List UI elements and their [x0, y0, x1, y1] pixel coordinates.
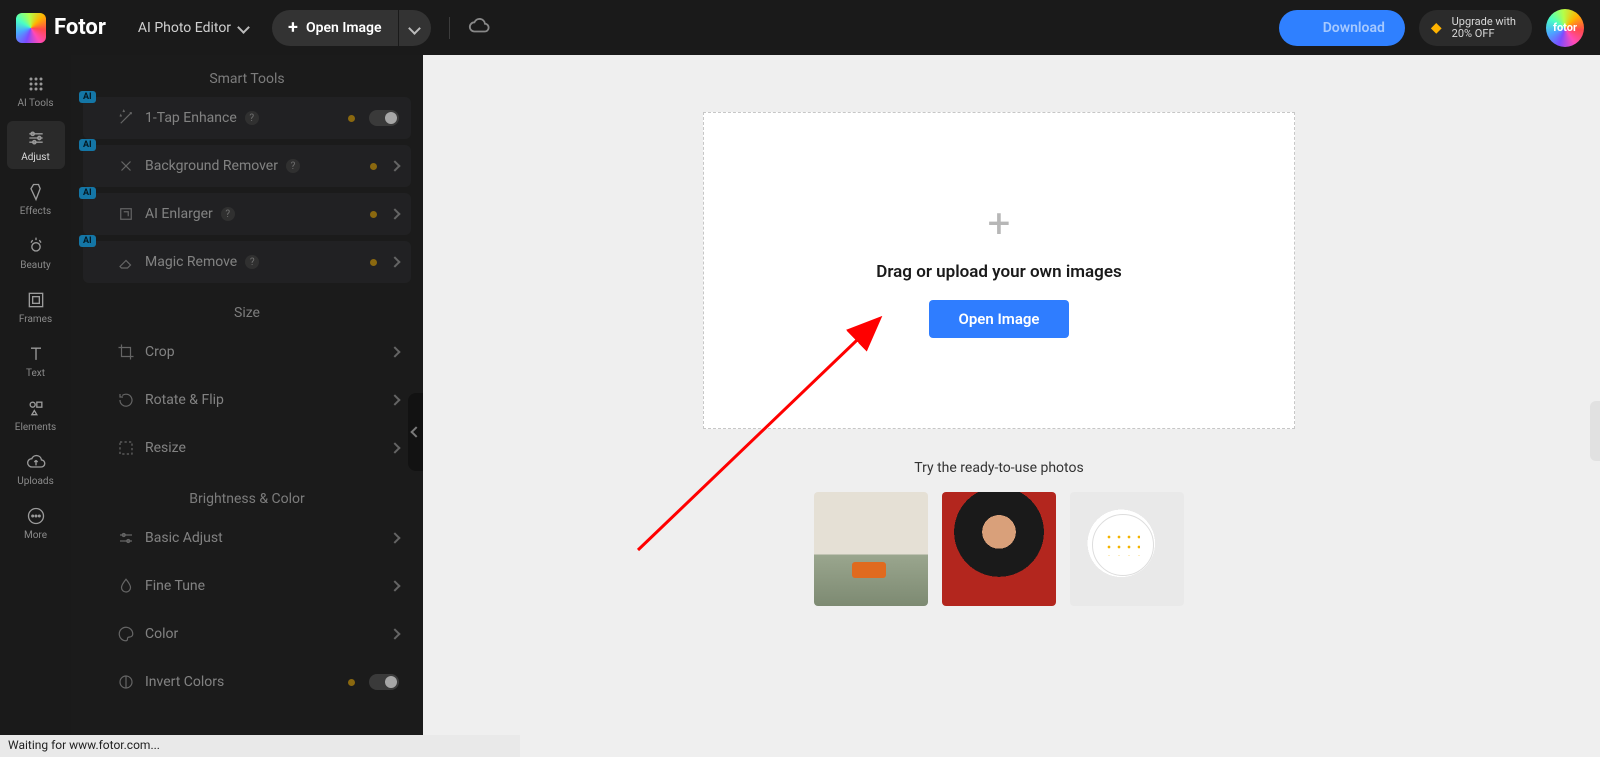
app-header: Fotor AI Photo Editor + Open Image Downl… [0, 0, 1600, 55]
download-label: Download [1323, 20, 1385, 36]
chevron-right-icon [389, 394, 400, 405]
drop-zone[interactable]: + Drag or upload your own images Open Im… [703, 112, 1295, 429]
invert-icon [117, 673, 135, 691]
tool-label: Magic Remove [145, 254, 237, 270]
plus-icon: + [988, 204, 1011, 244]
chevron-right-icon [389, 580, 400, 591]
logo-text: Fotor [54, 15, 106, 40]
rail-effects[interactable]: Effects [7, 175, 65, 223]
sample-photos: Try the ready-to-use photos [703, 460, 1295, 606]
ai-badge: AI [79, 139, 96, 151]
open-image-dropdown[interactable] [399, 10, 431, 46]
tool-color[interactable]: Color [83, 613, 411, 655]
tool-basic-adjust[interactable]: Basic Adjust [83, 517, 411, 559]
adjust-panel: Smart Tools AI 1-Tap Enhance ? AI Backgr… [71, 55, 423, 757]
premium-dot-icon [370, 163, 377, 170]
download-button[interactable]: Download [1279, 10, 1405, 46]
section-smart-tools: Smart Tools [71, 55, 423, 97]
sample-thumb-2[interactable] [942, 492, 1056, 606]
section-brightness-color: Brightness & Color [71, 475, 423, 517]
sample-title: Try the ready-to-use photos [703, 460, 1295, 476]
tool-rail: AI Tools Adjust Effects Beauty Frames Te… [0, 55, 71, 757]
tool-resize[interactable]: Resize [83, 427, 411, 469]
help-icon[interactable]: ? [245, 255, 259, 269]
crop-icon [117, 343, 135, 361]
tool-magic-remove[interactable]: AI Magic Remove ? [83, 241, 411, 283]
tool-label: 1-Tap Enhance [145, 110, 237, 126]
logo[interactable]: Fotor [16, 13, 106, 43]
drop-icon [117, 577, 135, 595]
premium-dot-icon [370, 259, 377, 266]
help-icon[interactable]: ? [221, 207, 235, 221]
diamond-icon: ◆ [1431, 20, 1442, 36]
right-panel-expand[interactable] [1590, 401, 1600, 461]
chevron-right-icon [389, 442, 400, 453]
expand-icon [117, 205, 135, 223]
premium-dot-icon [370, 211, 377, 218]
chevron-right-icon [389, 532, 400, 543]
upgrade-text: Upgrade with 20% OFF [1452, 16, 1516, 39]
drop-message: Drag or upload your own images [876, 262, 1121, 282]
enhance-toggle[interactable] [369, 110, 399, 126]
mode-label: AI Photo Editor [138, 20, 231, 36]
tool-label: AI Enlarger [145, 206, 213, 222]
premium-dot-icon [348, 115, 355, 122]
tool-crop[interactable]: Crop [83, 331, 411, 373]
chevron-right-icon [389, 346, 400, 357]
open-image-canvas-button[interactable]: Open Image [929, 300, 1070, 338]
tool-1tap-enhance[interactable]: AI 1-Tap Enhance ? [83, 97, 411, 139]
open-image-label: Open Image [306, 20, 382, 36]
panel-collapse-button[interactable] [408, 393, 423, 471]
chevron-down-icon [239, 20, 248, 36]
rail-text[interactable]: Text [7, 337, 65, 385]
plus-icon: + [288, 19, 298, 37]
eraser-icon [117, 253, 135, 271]
ai-badge: AI [79, 235, 96, 247]
invert-toggle[interactable] [369, 674, 399, 690]
ai-badge: AI [79, 187, 96, 199]
rail-beauty[interactable]: Beauty [7, 229, 65, 277]
chevron-down-icon [410, 18, 419, 37]
ai-badge: AI [79, 91, 96, 103]
sliders-icon [117, 529, 135, 547]
premium-dot-icon [348, 679, 355, 686]
sample-thumb-1[interactable] [814, 492, 928, 606]
chevron-right-icon [389, 628, 400, 639]
chevron-right-icon [389, 256, 400, 267]
rail-uploads[interactable]: Uploads [7, 445, 65, 493]
mode-dropdown[interactable]: AI Photo Editor [138, 20, 248, 36]
tool-bg-remover[interactable]: AI Background Remover ? [83, 145, 411, 187]
cloud-sync-button[interactable] [468, 15, 490, 41]
tool-fine-tune[interactable]: Fine Tune [83, 565, 411, 607]
canvas-area: + Drag or upload your own images Open Im… [423, 55, 1600, 757]
rail-more[interactable]: More [7, 499, 65, 547]
tool-rotate[interactable]: Rotate & Flip [83, 379, 411, 421]
chevron-right-icon [389, 208, 400, 219]
scissors-icon [117, 157, 135, 175]
palette-icon [117, 625, 135, 643]
chevron-right-icon [389, 160, 400, 171]
rotate-icon [117, 391, 135, 409]
section-size: Size [71, 289, 423, 331]
rail-elements[interactable]: Elements [7, 391, 65, 439]
avatar[interactable]: fotor [1546, 9, 1584, 47]
resize-icon [117, 439, 135, 457]
help-icon[interactable]: ? [245, 111, 259, 125]
logo-icon [16, 13, 46, 43]
open-image-button[interactable]: + Open Image [272, 10, 397, 46]
rail-frames[interactable]: Frames [7, 283, 65, 331]
tool-ai-enlarger[interactable]: AI AI Enlarger ? [83, 193, 411, 235]
rail-ai-tools[interactable]: AI Tools [7, 67, 65, 115]
tool-invert-colors[interactable]: Invert Colors [83, 661, 411, 703]
rail-adjust[interactable]: Adjust [7, 121, 65, 169]
divider [449, 17, 450, 39]
upgrade-button[interactable]: ◆ Upgrade with 20% OFF [1419, 10, 1532, 46]
help-icon[interactable]: ? [286, 159, 300, 173]
status-bar: Waiting for www.fotor.com... [0, 735, 520, 757]
sample-thumb-3[interactable] [1070, 492, 1184, 606]
wand-icon [117, 109, 135, 127]
tool-label: Background Remover [145, 158, 278, 174]
